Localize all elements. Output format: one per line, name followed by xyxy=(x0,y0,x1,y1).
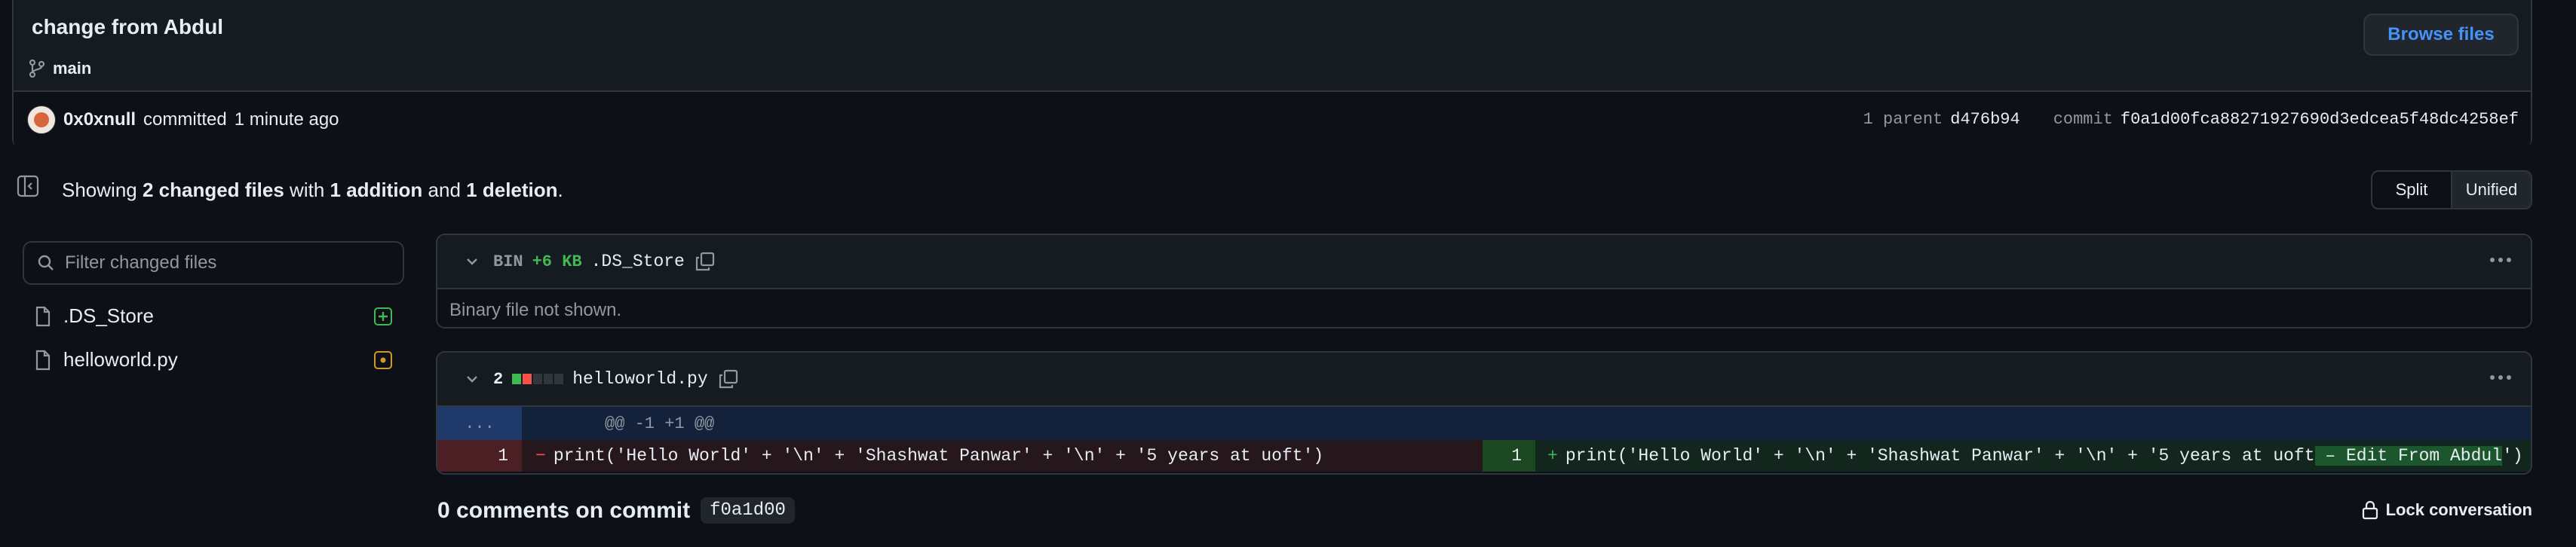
diff-line-row: 1 − print('Hello World' + '\n' + 'Shashw… xyxy=(437,440,2531,472)
commit-time: 1 minute ago xyxy=(234,109,339,130)
file-icon xyxy=(35,350,51,371)
right-line-number[interactable]: 1 xyxy=(1483,440,1535,472)
parent-label: 1 parent xyxy=(1863,110,1943,129)
author-name[interactable]: 0x0xnull xyxy=(63,109,136,130)
added-code-tail: ') xyxy=(2502,446,2523,466)
expand-hunk-button[interactable]: ... xyxy=(437,407,522,440)
hunk-header-row: ... @@ -1 +1 @@ xyxy=(437,405,2531,440)
size-delta: +6 KB xyxy=(532,252,582,271)
added-code: print('Hello World' + '\n' + 'Shashwat P… xyxy=(1565,446,2315,466)
branch-name: main xyxy=(53,59,92,78)
deleted-line: − print('Hello World' + '\n' + 'Shashwat… xyxy=(522,440,1483,472)
diff-summary: Showing 2 changed files with 1 addition … xyxy=(62,179,563,202)
file-tree-item[interactable]: .DS_Store xyxy=(35,304,154,328)
comments-heading: 0 comments on commit f0a1d00 xyxy=(437,497,795,524)
parent-sha-link[interactable]: d476b94 xyxy=(1950,110,2019,129)
file-icon xyxy=(35,306,51,327)
commit-sha: f0a1d00fca88271927690d3edcea5f48dc4258ef xyxy=(2120,110,2519,129)
file-tree-item[interactable]: helloworld.py xyxy=(35,348,178,371)
copy-icon[interactable] xyxy=(719,369,738,389)
file-name[interactable]: helloworld.py xyxy=(572,369,707,389)
added-line: + print('Hello World' + '\n' + 'Shashwat… xyxy=(1535,440,2531,472)
summary-deletions: 1 deletion xyxy=(466,179,558,201)
lock-conversation-button[interactable]: Lock conversation xyxy=(2362,500,2532,520)
summary-showing: Showing xyxy=(62,179,137,201)
commit-meta: 0x0xnull committed 1 minute ago 1 parent… xyxy=(14,90,2531,149)
unified-view-button[interactable]: Unified xyxy=(2451,172,2531,208)
filter-files-input[interactable]: Filter changed files xyxy=(23,241,404,285)
commit-sha-chip: f0a1d00 xyxy=(701,497,795,524)
file-tree-name: helloworld.py xyxy=(63,348,178,371)
lock-icon xyxy=(2362,500,2378,520)
diff-view-toggle: Split Unified xyxy=(2371,170,2532,209)
commit-label: commit xyxy=(2053,110,2113,129)
file-added-icon xyxy=(374,307,392,325)
comments-count: 0 comments on commit xyxy=(437,497,691,523)
file-diff-helloworld: 2 helloworld.py ... @@ -1 +1 @@ 1 − prin… xyxy=(436,351,2532,475)
sidebar-toggle-icon[interactable] xyxy=(17,175,39,197)
diffstat-bar xyxy=(512,374,564,384)
browse-files-button[interactable]: Browse files xyxy=(2363,14,2519,56)
chevron-down-icon[interactable] xyxy=(465,371,480,387)
committed-label: committed xyxy=(143,109,227,130)
summary-additions: 1 addition xyxy=(330,179,423,201)
copy-icon[interactable] xyxy=(695,252,715,271)
summary-period: . xyxy=(557,179,563,201)
commit-refs: 1 parent d476b94 commit f0a1d00fca882719… xyxy=(1863,110,2519,129)
deleted-code: print('Hello World' + '\n' + 'Shashwat P… xyxy=(553,446,1324,466)
summary-and: and xyxy=(428,179,461,201)
filter-placeholder: Filter changed files xyxy=(65,252,217,273)
more-options-icon[interactable] xyxy=(2490,375,2511,380)
summary-with: with xyxy=(290,179,325,201)
left-line-number[interactable]: 1 xyxy=(437,440,522,472)
more-options-icon[interactable] xyxy=(2490,258,2511,262)
avatar[interactable] xyxy=(27,105,56,134)
summary-changed-files: 2 changed files xyxy=(142,179,284,201)
commit-title: change from Abdul xyxy=(32,15,224,38)
deletion-sign: − xyxy=(535,446,546,466)
added-highlight: – Edit From Abdul xyxy=(2314,446,2503,466)
lock-label: Lock conversation xyxy=(2385,500,2532,519)
file-modified-icon xyxy=(374,351,392,369)
branch-link[interactable]: main xyxy=(29,59,91,78)
file-header: 2 helloworld.py xyxy=(437,353,2531,405)
hunk-header: @@ -1 +1 @@ xyxy=(605,414,715,433)
search-icon xyxy=(38,255,54,271)
binary-label: BIN xyxy=(493,252,523,271)
file-tree-name: .DS_Store xyxy=(63,304,154,327)
split-view-button[interactable]: Split xyxy=(2372,172,2451,208)
file-name[interactable]: .DS_Store xyxy=(591,252,685,271)
file-header: BIN +6 KB .DS_Store xyxy=(437,235,2531,288)
addition-sign: + xyxy=(1547,446,1558,466)
file-diff-ds-store: BIN +6 KB .DS_Store Binary file not show… xyxy=(436,234,2532,329)
chevron-down-icon[interactable] xyxy=(465,254,480,269)
change-count: 2 xyxy=(493,369,504,389)
commit-header: change from Abdul main Browse files 0x0x… xyxy=(12,0,2532,149)
git-branch-icon xyxy=(29,60,45,78)
binary-message: Binary file not shown. xyxy=(437,288,2531,327)
